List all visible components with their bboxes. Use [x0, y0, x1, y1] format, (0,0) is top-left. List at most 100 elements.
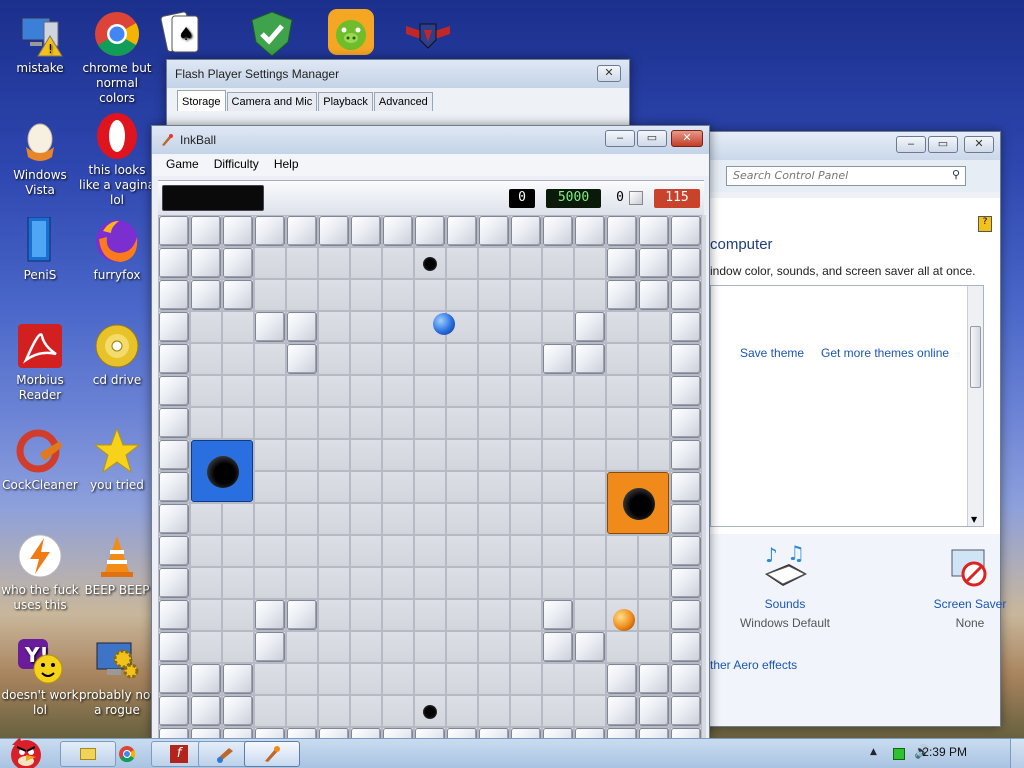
desktop-icon-label: Windows Vista: [13, 168, 67, 197]
get-more-themes-link[interactable]: Get more themes online: [821, 346, 949, 360]
desktop-icon-yahoo-messenger[interactable]: Y! doesn't work lol: [0, 637, 80, 718]
aero-effects-link[interactable]: ther Aero effects: [710, 658, 797, 672]
flash-title-bar[interactable]: Flash Player Settings Manager ✕: [167, 60, 629, 88]
flash-close-button[interactable]: ✕: [597, 65, 621, 82]
board-cell: [382, 567, 414, 599]
board-cell: [382, 311, 414, 343]
wall-block: [607, 280, 637, 310]
desktop-icon-mistake[interactable]: ! mistake: [0, 10, 80, 76]
theme-list-scrollbar[interactable]: ▼: [967, 286, 983, 526]
desktop-icon-windows-vista[interactable]: Windows Vista: [0, 117, 80, 198]
board-cell: [286, 471, 318, 503]
menu-game[interactable]: Game: [166, 157, 199, 173]
desktop-icon-security[interactable]: [232, 10, 312, 61]
wall-block: [223, 216, 253, 246]
customization-bar: ♪ ♫ Sounds Windows Default Screen Saver N…: [710, 534, 1006, 726]
help-icon[interactable]: ?: [978, 216, 992, 232]
blue-slab-icon: [16, 216, 64, 265]
desktop-icon-you-tried[interactable]: you tried: [77, 427, 157, 493]
board-cell: [222, 535, 254, 567]
board-cell: [222, 599, 254, 631]
wall-block: [159, 312, 189, 342]
board-cell: [574, 439, 606, 471]
board-cell: [286, 279, 318, 311]
desktop-icon-cd-drive[interactable]: cd drive: [77, 322, 157, 388]
board-cell: [510, 375, 542, 407]
security-shield-icon: [248, 10, 296, 58]
taskbar-chrome-button[interactable]: [98, 741, 154, 767]
board-cell: [446, 279, 478, 311]
wall-block: [159, 504, 189, 534]
show-hidden-icons-button[interactable]: ▲: [870, 747, 877, 757]
menu-difficulty[interactable]: Difficulty: [214, 157, 259, 173]
board-cell: [414, 439, 446, 471]
board-cell: [382, 439, 414, 471]
wall-block: [159, 472, 189, 502]
menu-help[interactable]: Help: [274, 157, 299, 173]
inkball-game-board[interactable]: [158, 215, 706, 741]
show-desktop-button[interactable]: [1010, 739, 1024, 768]
wall-block: [639, 248, 669, 278]
search-icon[interactable]: ⚲: [952, 168, 960, 181]
desktop-icon-opera[interactable]: this looks like a vagina lol: [77, 112, 157, 208]
score-display: 0: [509, 189, 535, 208]
desktop-icon-cockcleaner[interactable]: CockCleaner: [0, 427, 80, 493]
scroll-down-icon[interactable]: ▼: [971, 515, 977, 524]
desktop-icon-bad-piggies[interactable]: [311, 8, 391, 59]
wall-block: [159, 696, 189, 726]
wall-block: [543, 344, 573, 374]
desktop-icon-chrome[interactable]: chrome but normal colors: [77, 10, 157, 106]
board-cell: [350, 375, 382, 407]
board-cell: [414, 599, 446, 631]
board-cell: [254, 247, 286, 279]
clock[interactable]: 2:39 PM: [922, 745, 967, 759]
desktop-icon-penis[interactable]: PeniS: [0, 216, 80, 283]
save-theme-link[interactable]: Save theme: [740, 346, 804, 360]
wall-block: [159, 600, 189, 630]
svg-text:♠: ♠: [178, 24, 194, 45]
tab-camera-and-mic[interactable]: Camera and Mic: [226, 92, 318, 111]
counter-display: 115: [654, 189, 700, 208]
board-cell: [510, 631, 542, 663]
cpanel-maximize-button[interactable]: ▭: [928, 136, 958, 153]
board-cell: [190, 599, 222, 631]
desktop-icon-beep-beep[interactable]: BEEP BEEP: [77, 532, 157, 598]
desktop-icon-morbius-reader[interactable]: Morbius Reader: [0, 322, 80, 403]
board-cell: [254, 567, 286, 599]
board-cell: [254, 663, 286, 695]
desktop-icon-who-uses-this[interactable]: who the fuck uses this: [0, 532, 80, 613]
start-button[interactable]: [2, 733, 48, 768]
board-cell: [382, 279, 414, 311]
taskbar-inkball-button[interactable]: [244, 741, 300, 767]
sounds-label[interactable]: Sounds: [750, 597, 820, 611]
desktop-icon-solitaire[interactable]: ♠: [150, 10, 210, 61]
cpanel-close-button[interactable]: ✕: [964, 136, 994, 153]
board-cell: [254, 407, 286, 439]
board-cell: [510, 279, 542, 311]
cpanel-minimize-button[interactable]: –: [896, 136, 926, 153]
desktop-icon-furryfox[interactable]: furryfox: [77, 217, 157, 283]
board-cell: [414, 503, 446, 535]
wall-block: [287, 600, 317, 630]
sounds-item[interactable]: ♪ ♫ Sounds Windows Default: [740, 541, 830, 630]
theme-list[interactable]: Save theme Get more themes online ▼: [710, 285, 984, 527]
inkball-maximize-button[interactable]: ▭: [637, 130, 667, 147]
tab-advanced[interactable]: Advanced: [373, 92, 433, 111]
desktop-icon-winged-shield[interactable]: [388, 10, 468, 61]
wall-block: [671, 696, 701, 726]
board-cell: [510, 567, 542, 599]
scrollbar-thumb[interactable]: [970, 326, 981, 388]
search-control-panel-input[interactable]: Search Control Panel ⚲: [726, 166, 966, 186]
inkball-title-bar[interactable]: InkBall – ▭ ✕: [152, 126, 709, 154]
network-icon[interactable]: [893, 748, 905, 760]
board-cell: [478, 503, 510, 535]
wall-block: [543, 632, 573, 662]
desktop-icon-probably-not-a-rogue[interactable]: probably not a rogue: [77, 637, 157, 718]
screen-saver-item[interactable]: Screen Saver None: [934, 544, 1006, 630]
tab-storage[interactable]: Storage: [177, 90, 226, 111]
board-cell: [190, 311, 222, 343]
screen-saver-label[interactable]: Screen Saver: [925, 597, 1015, 611]
inkball-minimize-button[interactable]: –: [605, 130, 635, 147]
inkball-close-button[interactable]: ✕: [671, 130, 703, 147]
tab-playback[interactable]: Playback: [318, 92, 373, 111]
